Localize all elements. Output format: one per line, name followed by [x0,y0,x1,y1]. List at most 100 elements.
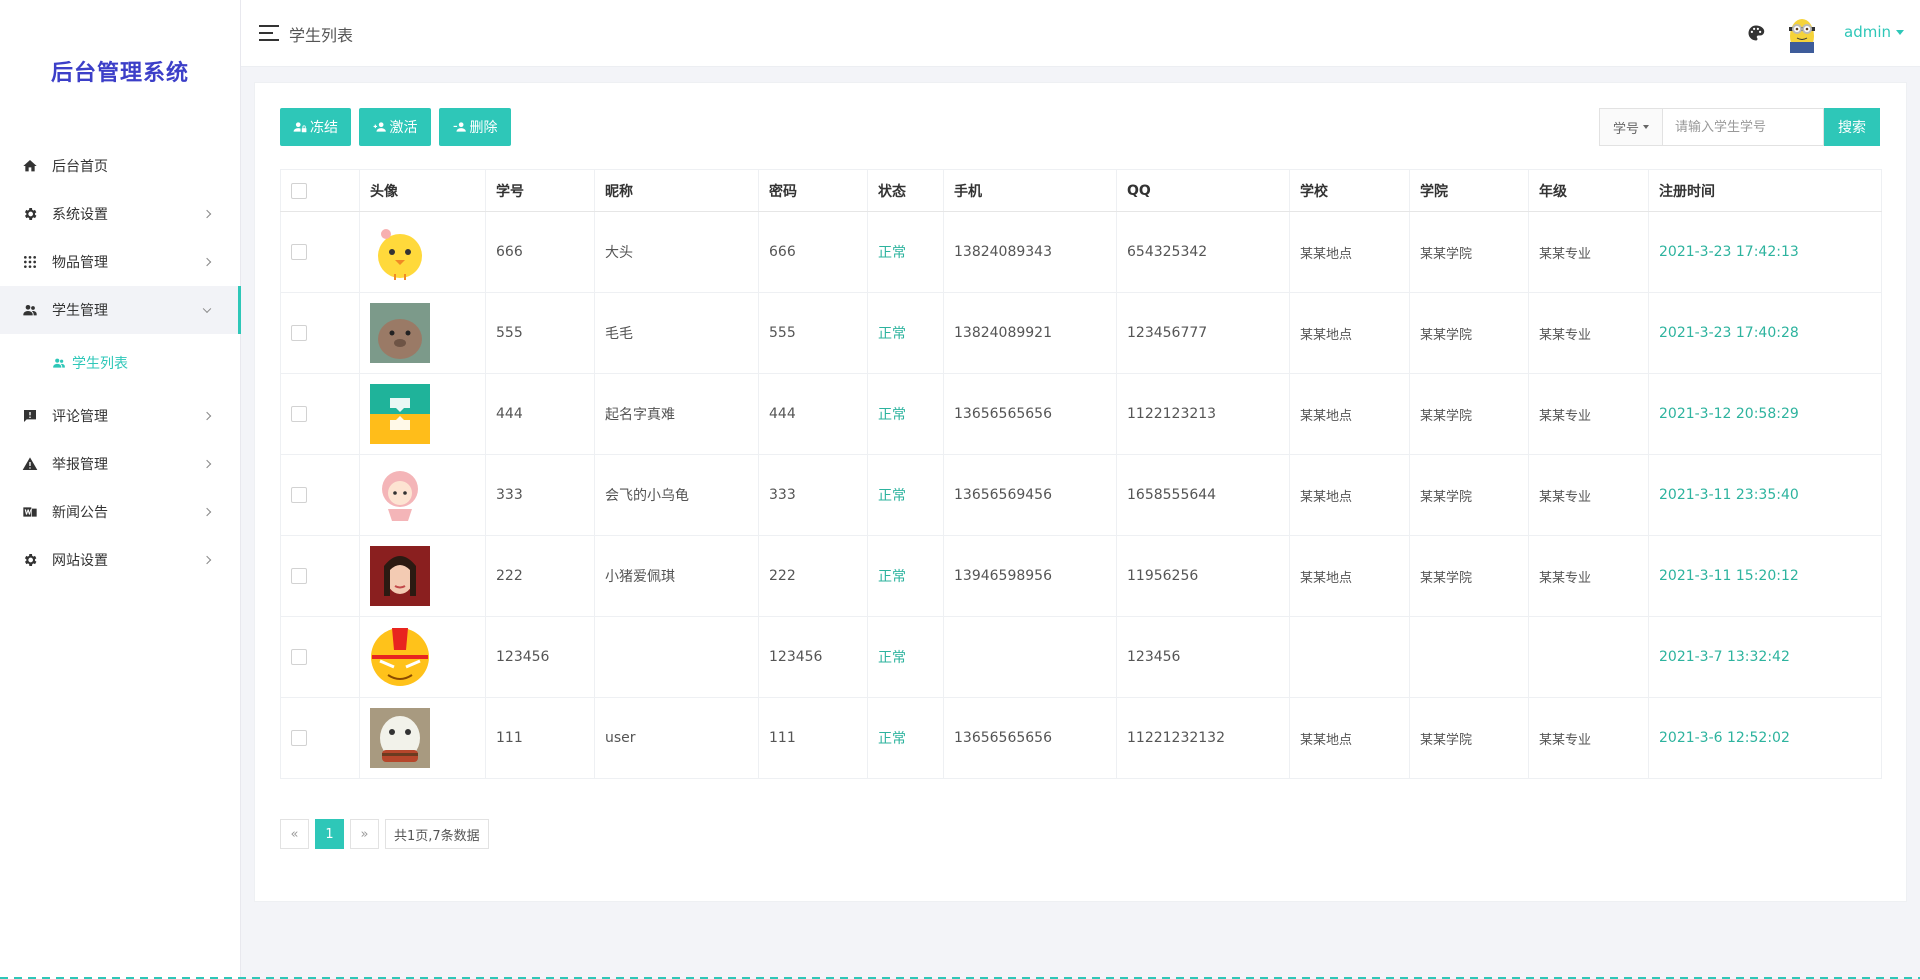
column-header[interactable]: 注册时间 [1648,169,1882,212]
column-header[interactable]: 状态 [867,169,944,212]
student-nickname: 大头 [594,211,759,293]
sidebar-item-items[interactable]: 物品管理 [0,238,240,286]
people-icon [52,356,66,370]
table-row: 222 小猪爱佩琪 222 正常 13946598956 11956256 某某… [280,535,1882,617]
student-college: 某某学院 [1409,535,1529,617]
user-avatar[interactable] [1784,14,1820,54]
avatar-cell [359,454,486,536]
search-input[interactable] [1662,108,1824,146]
student-avatar[interactable] [370,546,430,606]
freeze-button[interactable]: 冻结 [280,108,351,146]
student-grade: 某某专业 [1528,535,1649,617]
student-avatar[interactable] [370,303,430,363]
activate-label: 激活 [389,119,418,135]
prev-page-button[interactable]: « [280,819,309,849]
status-badge: 正常 [867,211,944,293]
column-header[interactable]: 学校 [1289,169,1410,212]
column-header[interactable]: 手机 [943,169,1117,212]
row-checkbox[interactable] [291,487,307,503]
next-page-button[interactable]: » [350,819,379,849]
content-card: 冻结 激活 删除 学号 搜索 头像 学号 昵称 密码 状态 手机 QQ 学校 [254,82,1907,902]
activate-button[interactable]: 激活 [359,108,431,146]
sidebar-item-label: 评论管理 [52,409,108,425]
student-id: 222 [485,535,595,617]
row-select-cell [280,292,360,374]
row-select-cell [280,454,360,536]
select-all-cell [280,169,360,212]
table-row: 333 会飞的小乌龟 333 正常 13656569456 1658555644… [280,454,1882,536]
select-all-checkbox[interactable] [291,182,307,199]
row-checkbox[interactable] [291,406,307,422]
status-badge: 正常 [867,292,944,374]
sidebar: 后台管理系统 后台首页 系统设置 物品管理 学生管理 学生列表 评论管理 举报管… [0,0,241,979]
user-remove-icon [453,122,466,132]
student-phone: 13824089343 [943,211,1117,293]
student-id: 444 [485,373,595,455]
avatar-cell [359,697,486,779]
column-header[interactable]: 学号 [485,169,595,212]
avatar-cell [359,535,486,617]
table-row: 555 毛毛 555 正常 13824089921 123456777 某某地点… [280,292,1882,374]
search-button[interactable]: 搜索 [1824,108,1880,146]
column-header[interactable]: 头像 [359,169,486,212]
grid-icon [22,254,38,270]
caret-down-icon [1896,30,1904,35]
student-phone: 13656569456 [943,454,1117,536]
sidebar-item-comments[interactable]: 评论管理 [0,392,240,440]
column-header[interactable]: QQ [1116,169,1290,212]
column-header[interactable]: 学院 [1409,169,1529,212]
sidebar-subitem-student-list[interactable]: 学生列表 [0,334,240,392]
gear-icon [22,552,38,568]
sidebar-item-system-settings[interactable]: 系统设置 [0,190,240,238]
register-time: 2021-3-7 13:32:42 [1648,616,1882,698]
row-checkbox[interactable] [291,730,307,746]
table-row: 111 user 111 正常 13656565656 11221232132 … [280,697,1882,779]
row-select-cell [280,211,360,293]
student-id: 111 [485,697,595,779]
column-header[interactable]: 年级 [1528,169,1649,212]
student-password: 333 [758,454,868,536]
sidebar-item-site-settings[interactable]: 网站设置 [0,536,240,584]
chevron-right-icon [202,209,212,219]
row-checkbox[interactable] [291,325,307,341]
table-row: 123456 123456 正常 123456 2021-3-7 13:32:4… [280,616,1882,698]
student-nickname: 起名字真难 [594,373,759,455]
sidebar-item-students[interactable]: 学生管理 [0,286,241,334]
sidebar-item-home[interactable]: 后台首页 [0,142,240,190]
menu-toggle-icon[interactable] [259,25,279,41]
student-qq: 1122123213 [1116,373,1290,455]
student-school: 某某地点 [1289,535,1410,617]
student-password: 666 [758,211,868,293]
avatar-cell [359,292,486,374]
search-field-select[interactable]: 学号 [1599,108,1662,146]
avatar-cell [359,373,486,455]
student-avatar[interactable] [370,465,430,525]
row-checkbox[interactable] [291,244,307,260]
column-header[interactable]: 密码 [758,169,868,212]
sidebar-item-label: 系统设置 [52,207,108,223]
sidebar-item-reports[interactable]: 举报管理 [0,440,240,488]
student-avatar[interactable] [370,708,430,768]
student-phone: 13946598956 [943,535,1117,617]
user-menu[interactable]: admin [1844,23,1904,41]
column-header[interactable]: 昵称 [594,169,759,212]
table-row: 444 起名字真难 444 正常 13656565656 1122123213 … [280,373,1882,455]
delete-button[interactable]: 删除 [439,108,511,146]
row-checkbox[interactable] [291,568,307,584]
student-avatar[interactable] [370,222,430,282]
page-number-button[interactable]: 1 [315,819,344,849]
user-lock-icon [293,122,307,133]
student-id: 666 [485,211,595,293]
table-header-row: 头像 学号 昵称 密码 状态 手机 QQ 学校 学院 年级 注册时间 [280,169,1882,212]
student-qq: 123456 [1116,616,1290,698]
row-checkbox[interactable] [291,649,307,665]
register-time: 2021-3-6 12:52:02 [1648,697,1882,779]
palette-icon[interactable] [1747,24,1765,42]
search-bar: 学号 搜索 [1599,108,1880,146]
sidebar-item-news[interactable]: 新闻公告 [0,488,240,536]
student-school: 某某地点 [1289,211,1410,293]
pagination-info: 共1页,7条数据 [385,819,489,849]
student-avatar[interactable] [370,384,430,444]
status-badge: 正常 [867,535,944,617]
student-avatar[interactable] [370,627,430,687]
